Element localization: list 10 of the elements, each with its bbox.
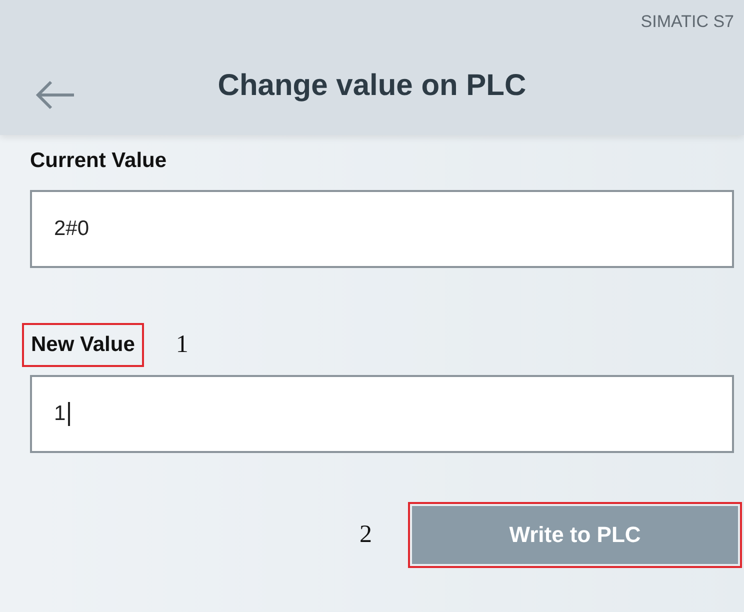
- annotation-number: 1: [176, 331, 188, 359]
- field-label: Current Value: [30, 149, 168, 173]
- input-field[interactable]: 1: [30, 375, 734, 453]
- text-cursor: [68, 402, 70, 426]
- device-label: SIMATIC S7: [640, 12, 735, 32]
- annotation-number: 2: [360, 521, 372, 549]
- page-title: Change value on PLC: [216, 69, 528, 103]
- back-arrow-icon[interactable]: [34, 80, 76, 110]
- field-label: New Value: [22, 323, 144, 367]
- input-field[interactable]: 2#0: [30, 190, 734, 268]
